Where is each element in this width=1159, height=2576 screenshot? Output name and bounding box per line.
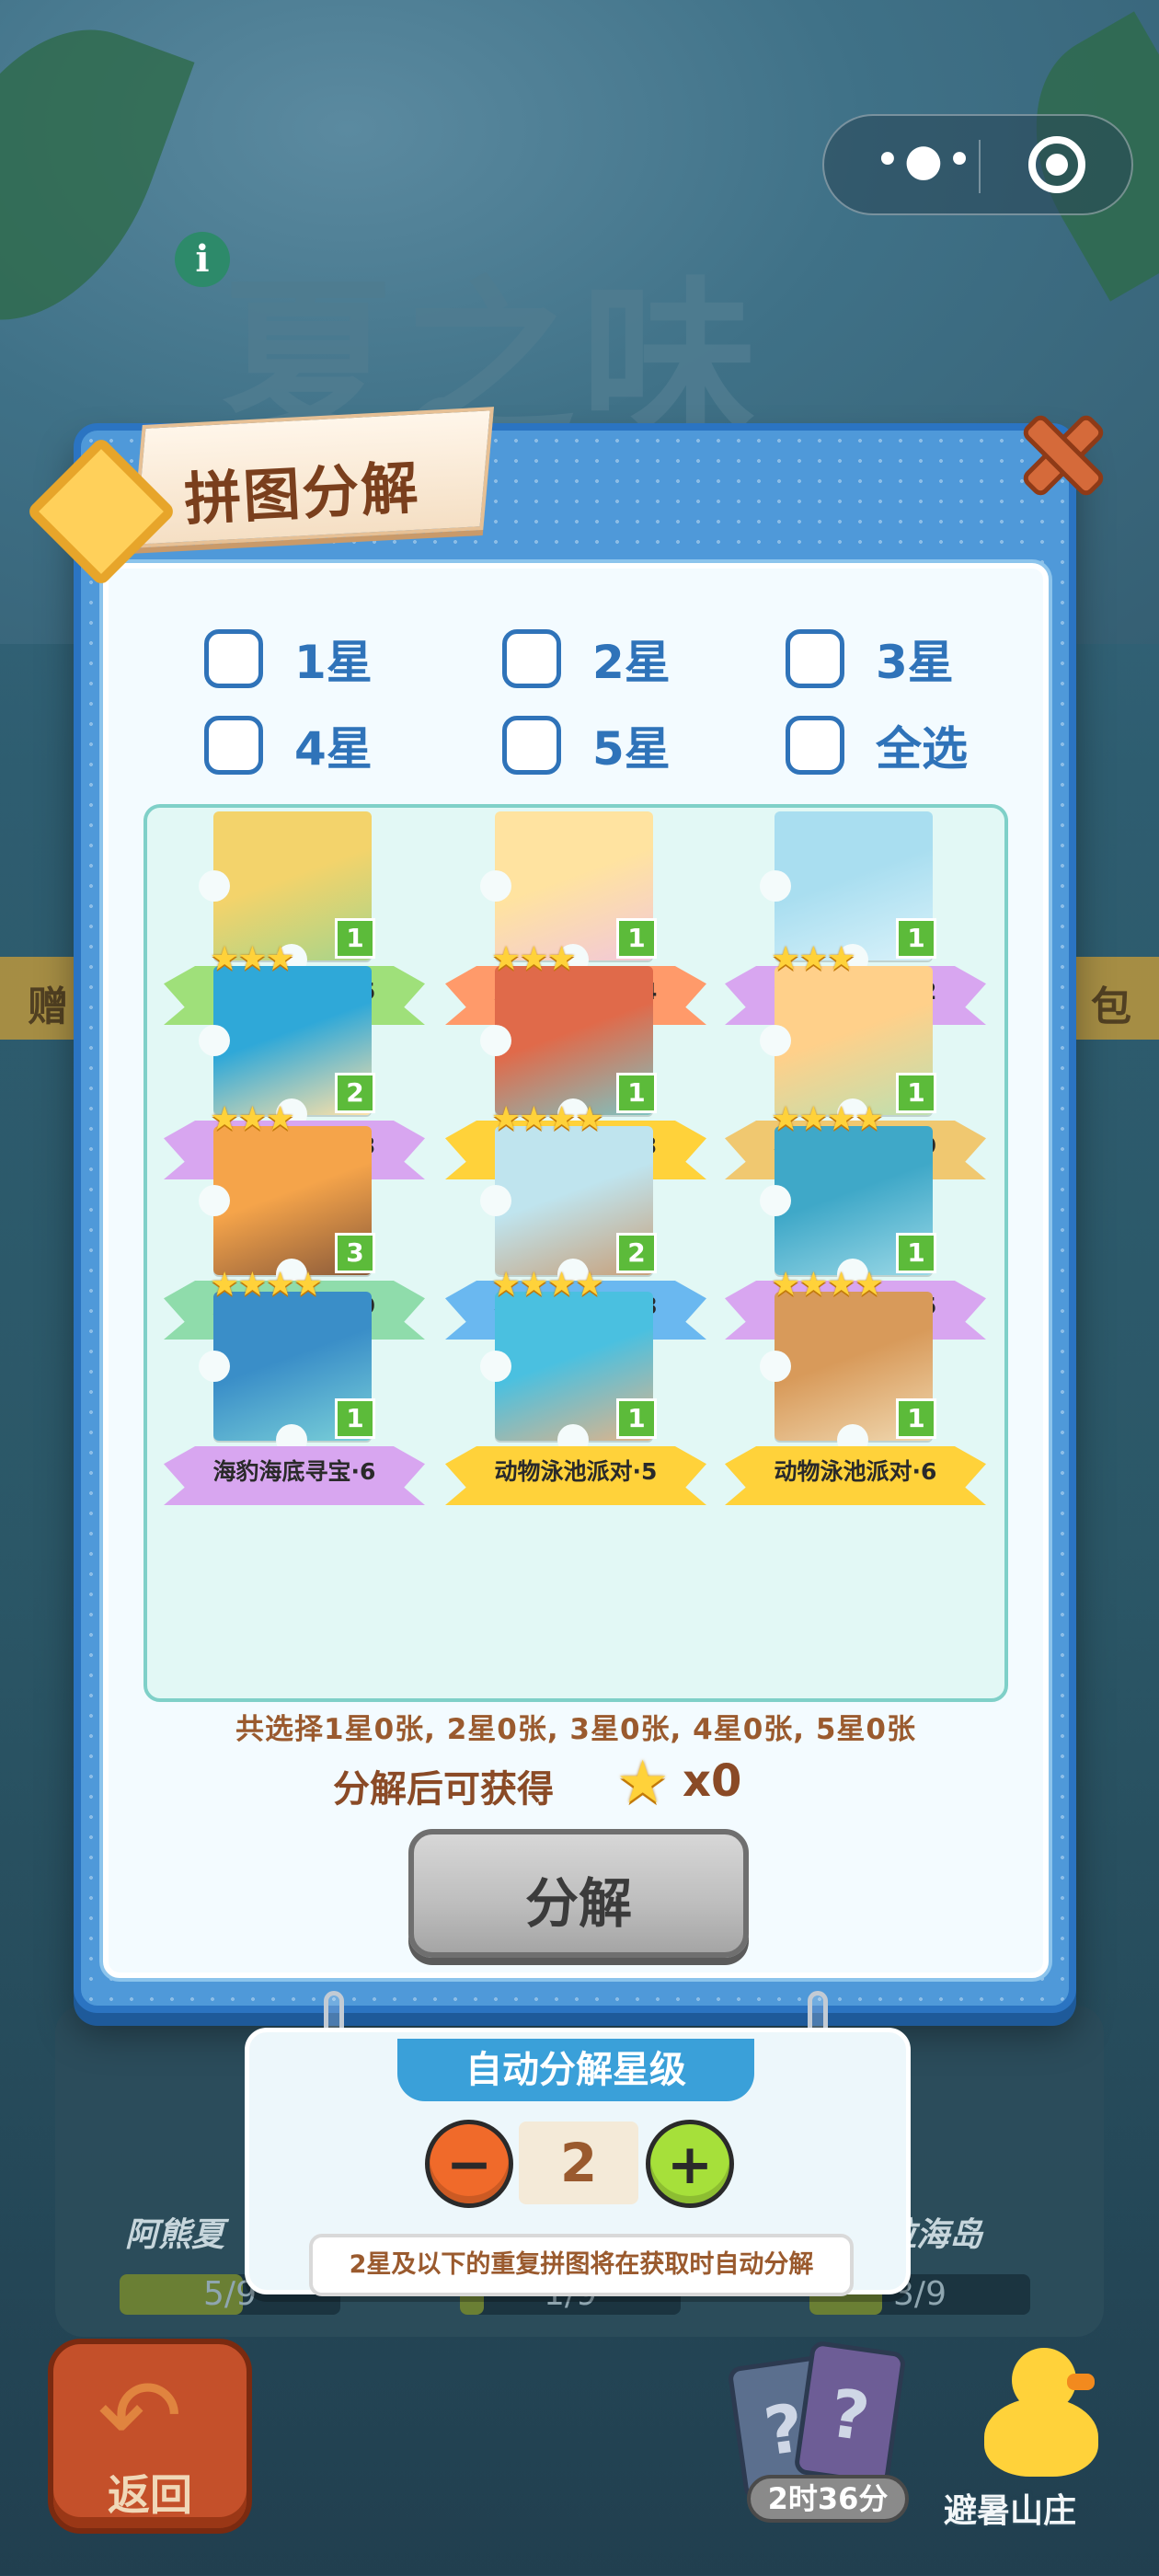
- pack-timer: 2时36分: [747, 2475, 909, 2523]
- filter-1-star[interactable]: 1星: [204, 626, 373, 692]
- piece-count-badge: 1: [896, 1398, 936, 1439]
- star-rating: ★★★: [210, 1100, 295, 1138]
- star-rating: ★★★★: [771, 1100, 884, 1138]
- star-rating: ★★★★: [210, 1266, 323, 1304]
- duck-beak: [1067, 2374, 1095, 2390]
- background-strip-left-text: 赠: [28, 983, 68, 1030]
- puzzle-piece-card[interactable]: ★★★★ 1 动物泳池派对·6: [717, 1266, 993, 1512]
- plus-icon[interactable]: +: [646, 2120, 734, 2208]
- close-x-icon[interactable]: [1017, 405, 1098, 497]
- piece-name: 动物泳池派对·6: [774, 1458, 937, 1485]
- auto-star-level-value: 2: [519, 2122, 638, 2204]
- piece-count-badge: 1: [335, 1398, 375, 1439]
- checkbox[interactable]: [502, 716, 561, 775]
- more-dots-icon[interactable]: •●•: [870, 116, 981, 213]
- filter-select-all[interactable]: 全选: [786, 712, 968, 778]
- checkbox[interactable]: [204, 629, 263, 688]
- info-icon[interactable]: i: [175, 232, 230, 287]
- star-rating: ★★★★: [771, 1266, 884, 1304]
- miniprogram-capsule: •●•: [822, 114, 1133, 215]
- minus-symbol: −: [445, 2133, 493, 2197]
- back-button[interactable]: ↶ 返回: [48, 2339, 252, 2534]
- star-rating: ★★★: [210, 940, 295, 978]
- puzzle-piece-card[interactable]: ★★★★ 1 动物泳池派对·5: [438, 1266, 714, 1512]
- star-rating: ★★★: [771, 940, 856, 978]
- summer-resort-label: 避暑山庄: [944, 2492, 1077, 2530]
- plus-symbol: +: [666, 2133, 714, 2197]
- modal-title: 拼图分解: [182, 454, 422, 534]
- filter-2-star[interactable]: 2星: [502, 626, 671, 692]
- checkbox[interactable]: [502, 629, 561, 688]
- star-rating: ★★★★: [491, 1266, 604, 1304]
- capsule-divider: [979, 140, 981, 193]
- filter-3-star[interactable]: 3星: [786, 626, 954, 692]
- piece-count-badge: 1: [616, 1398, 657, 1439]
- filter-label: 3星: [876, 636, 954, 689]
- decompose-button-label: 分解: [524, 1872, 632, 1935]
- filter-label: 全选: [876, 722, 968, 776]
- piece-name-ribbon: 海豹海底寻宝·6: [164, 1446, 425, 1505]
- filter-label: 4星: [294, 722, 373, 776]
- piece-name: 动物泳池派对·5: [494, 1458, 658, 1485]
- decompose-button[interactable]: 分解: [408, 1829, 749, 1958]
- minus-icon[interactable]: −: [425, 2120, 513, 2208]
- puzzle-piece-grid: 1巨鳄泳池畅饮·51双猫成行垂钓·41海豹海底寻宝·2★★★2海豹海底寻宝·3★…: [143, 804, 1008, 1702]
- back-button-label: 返回: [108, 2470, 192, 2520]
- background-strip-right-text: 包: [1091, 983, 1131, 1030]
- filter-label: 2星: [592, 636, 671, 689]
- reward-count: x0: [683, 1755, 742, 1807]
- reward-label: 分解后可获得: [333, 1768, 554, 1811]
- back-arrow-icon: ↶: [98, 2357, 183, 2475]
- target-icon[interactable]: [1028, 136, 1085, 193]
- background-card-title-1: 阿熊夏: [125, 2216, 225, 2254]
- checkbox[interactable]: [204, 716, 263, 775]
- puzzle-piece-card[interactable]: ★★★★ 1 海豹海底寻宝·6: [156, 1266, 432, 1512]
- selection-summary: 共选择1星0张, 2星0张, 3星0张, 4星0张, 5星0张: [235, 1713, 916, 1746]
- star-icon: ★: [616, 1749, 670, 1817]
- auto-decompose-title: 自动分解星级: [397, 2039, 754, 2101]
- question-card-icon: ?: [793, 2340, 907, 2487]
- duck-icon[interactable]: [975, 2342, 1104, 2480]
- star-rating: ★★★: [491, 940, 577, 978]
- piece-name-ribbon: 动物泳池派对·5: [445, 1446, 706, 1505]
- piece-name: 海豹海底寻宝·6: [212, 1458, 376, 1485]
- checkbox[interactable]: [786, 629, 844, 688]
- filter-label: 1星: [294, 636, 373, 689]
- checkbox[interactable]: [786, 716, 844, 775]
- auto-decompose-note: 2星及以下的重复拼图将在获取时自动分解: [309, 2234, 854, 2296]
- star-rating: ★★★★: [491, 1100, 604, 1138]
- piece-name-ribbon: 动物泳池派对·6: [725, 1446, 986, 1505]
- filter-label: 5星: [592, 722, 671, 776]
- filter-5-star[interactable]: 5星: [502, 712, 671, 778]
- filter-4-star[interactable]: 4星: [204, 712, 373, 778]
